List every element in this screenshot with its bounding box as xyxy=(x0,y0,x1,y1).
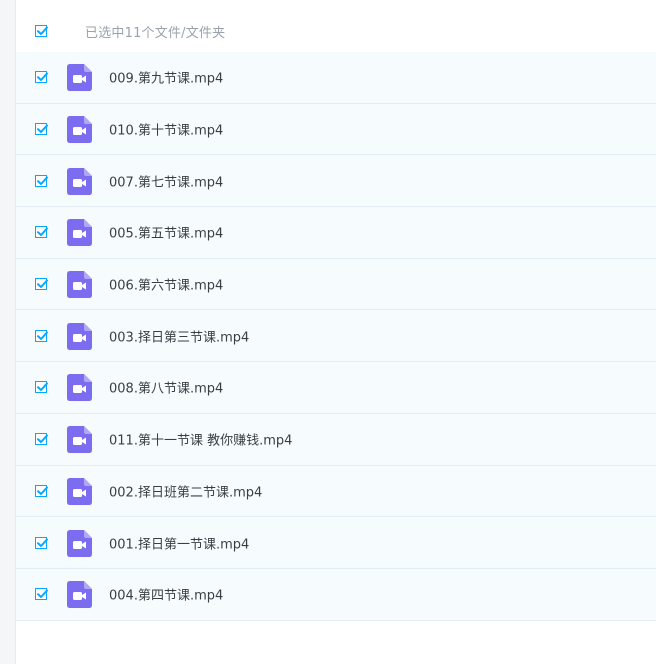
checkbox-checked-icon xyxy=(37,434,48,444)
file-row[interactable]: 010.第十节课.mp4 xyxy=(16,103,656,156)
checkbox-checked-icon xyxy=(37,538,48,547)
video-file-icon xyxy=(67,64,92,92)
checkbox-checked-icon xyxy=(37,72,48,82)
checkbox-checked-icon xyxy=(37,176,48,185)
file-checkbox[interactable] xyxy=(35,381,48,394)
selection-header: 已选中11个文件/文件夹 xyxy=(16,10,656,52)
file-name[interactable]: 002.择日班第二节课.mp4 xyxy=(109,481,262,500)
file-checkbox[interactable] xyxy=(35,433,48,446)
file-row[interactable]: 008.第八节课.mp4 xyxy=(16,362,656,414)
checkbox-checked-icon xyxy=(37,26,48,35)
file-row[interactable]: 002.择日班第二节课.mp4 xyxy=(16,465,656,518)
file-row[interactable]: 001.择日第一节课.mp4 xyxy=(16,517,656,569)
file-checkbox[interactable] xyxy=(35,123,48,136)
video-file-icon xyxy=(67,426,92,454)
file-row[interactable]: 007.第七节课.mp4 xyxy=(16,155,656,208)
file-name[interactable]: 007.第七节课.mp4 xyxy=(109,171,223,190)
video-file-icon xyxy=(67,167,92,195)
checkbox-checked-icon xyxy=(37,486,48,495)
file-row[interactable]: 003.择日第三节课.mp4 xyxy=(16,310,656,363)
file-row[interactable]: 004.第四节课.mp4 xyxy=(16,568,656,621)
video-file-icon xyxy=(67,271,92,299)
file-name[interactable]: 008.第八节课.mp4 xyxy=(109,378,223,397)
file-name[interactable]: 006.第六节课.mp4 xyxy=(109,275,223,294)
file-checkbox[interactable] xyxy=(35,226,48,239)
file-name[interactable]: 005.第五节课.mp4 xyxy=(109,223,223,242)
select-all-checkbox[interactable] xyxy=(35,25,48,37)
file-name[interactable]: 003.择日第三节课.mp4 xyxy=(109,326,249,345)
file-checkbox[interactable] xyxy=(35,278,48,291)
file-row[interactable]: 009.第九节课.mp4 xyxy=(16,52,656,104)
checkbox-checked-icon xyxy=(37,382,48,392)
file-name[interactable]: 010.第十节课.mp4 xyxy=(109,120,223,139)
file-name[interactable]: 011.第十一节课 教你赚钱.mp4 xyxy=(109,430,292,449)
video-file-icon xyxy=(67,322,92,350)
file-checkbox[interactable] xyxy=(35,484,48,497)
file-row[interactable]: 011.第十一节课 教你赚钱.mp4 xyxy=(16,413,656,466)
file-list: 009.第九节课.mp4 010.第十节课.mp4 007.第七节课.mp4 0… xyxy=(16,52,656,621)
file-checkbox[interactable] xyxy=(35,536,48,549)
checkbox-checked-icon xyxy=(37,331,48,340)
video-file-icon xyxy=(67,529,92,557)
selection-count-text: 已选中11个文件/文件夹 xyxy=(85,25,226,41)
file-list-panel: 已选中11个文件/文件夹 009.第九节课.mp4 010.第十节课.mp4 0… xyxy=(15,0,656,664)
video-file-icon xyxy=(67,477,92,505)
file-checkbox[interactable] xyxy=(35,588,48,601)
video-file-icon xyxy=(67,116,92,144)
video-file-icon xyxy=(67,219,92,247)
file-checkbox[interactable] xyxy=(35,329,48,342)
checkbox-checked-icon xyxy=(37,227,48,237)
file-name[interactable]: 004.第四节课.mp4 xyxy=(109,585,223,604)
video-file-icon xyxy=(67,374,92,402)
file-row[interactable]: 005.第五节课.mp4 xyxy=(16,207,656,259)
file-row[interactable]: 006.第六节课.mp4 xyxy=(16,258,656,311)
file-name[interactable]: 009.第九节课.mp4 xyxy=(109,68,223,87)
checkbox-checked-icon xyxy=(37,279,48,289)
file-checkbox[interactable] xyxy=(35,71,48,84)
file-name[interactable]: 001.择日第一节课.mp4 xyxy=(109,533,249,552)
video-file-icon xyxy=(67,581,92,609)
checkbox-checked-icon xyxy=(37,589,48,599)
file-checkbox[interactable] xyxy=(35,174,48,187)
checkbox-checked-icon xyxy=(37,124,48,134)
